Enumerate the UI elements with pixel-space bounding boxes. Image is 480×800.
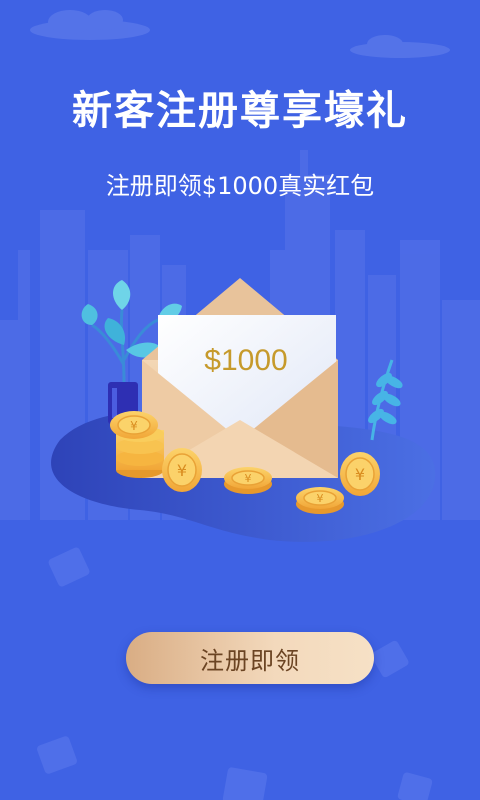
red-envelope-illustration: ¥ ¥ ¥ ¥ ¥ [51, 278, 436, 542]
coin-icon: ¥ [296, 487, 344, 514]
fern-icon [368, 359, 403, 441]
promo-title: 新客注册尊享壕礼 [72, 88, 408, 134]
svg-text:¥: ¥ [177, 461, 187, 480]
svg-text:¥: ¥ [130, 419, 138, 433]
svg-text:¥: ¥ [245, 472, 252, 485]
register-claim-button[interactable]: 注册即领 [126, 632, 374, 684]
register-claim-label: 注册即领 [200, 646, 300, 675]
envelope-amount: $1000 [204, 344, 288, 377]
svg-text:¥: ¥ [317, 492, 324, 505]
coin-icon: ¥ [340, 452, 380, 496]
coin-icon: ¥ [110, 411, 164, 478]
cloud-icon [30, 10, 450, 58]
promo-subtitle: 注册即领$1000真实红包 [105, 172, 375, 200]
coin-icon: ¥ [162, 448, 202, 492]
svg-text:¥: ¥ [355, 465, 365, 484]
coin-icon: ¥ [224, 467, 272, 494]
